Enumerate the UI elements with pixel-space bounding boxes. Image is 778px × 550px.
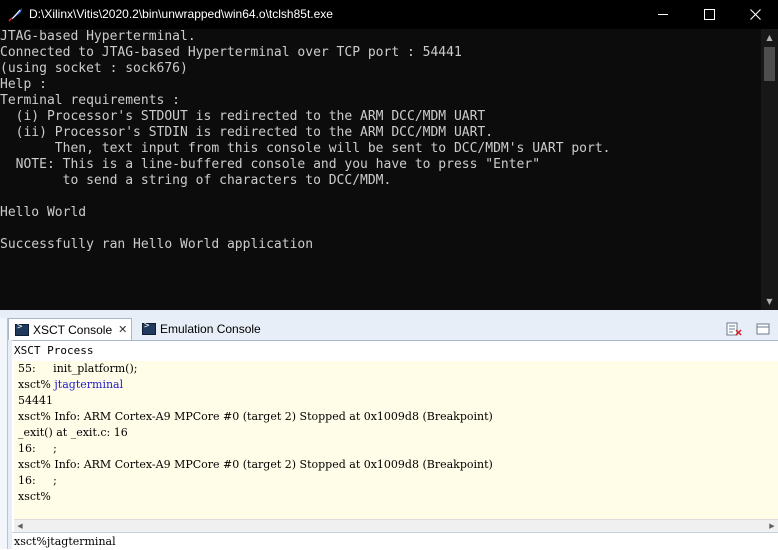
tab-label: XSCT Console bbox=[33, 322, 113, 337]
output-text: 54441 bbox=[18, 394, 53, 407]
prompt-text: xsct% bbox=[18, 378, 55, 391]
tab-xsct-console[interactable]: XSCT Console ✕ bbox=[8, 318, 132, 340]
terminal-line: Hello World bbox=[0, 205, 87, 220]
tab-emulation-console[interactable]: Emulation Console bbox=[136, 318, 266, 340]
view-tab-bar: XSCT Console ✕ Emulation Console bbox=[8, 318, 778, 340]
terminal-line: (using socket : sock676) bbox=[0, 61, 188, 76]
command-input-area bbox=[12, 532, 778, 550]
console-log-line: _exit() at _exit.c: 16 bbox=[14, 425, 778, 441]
output-text: 16: ; bbox=[18, 474, 57, 487]
terminal-line: JTAG-based Hyperterminal. bbox=[0, 29, 196, 44]
scroll-up-arrow-icon[interactable]: ▲ bbox=[761, 29, 778, 46]
console-log-line: 55: init_platform(); bbox=[14, 361, 778, 377]
console-output-area[interactable]: XSCT Process 55: init_platform(); xsct% j… bbox=[12, 340, 778, 532]
horizontal-scrollbar[interactable]: ◀ ▶ bbox=[14, 519, 778, 532]
scroll-thumb[interactable] bbox=[764, 47, 775, 81]
close-button[interactable] bbox=[732, 0, 778, 29]
terminal-line: to send a string of characters to DCC/MD… bbox=[0, 173, 392, 188]
console-view: XSCT Console ✕ Emulation Console XSCT Pr… bbox=[0, 310, 778, 550]
left-panel-edge bbox=[0, 318, 8, 549]
prompt-text: xsct% bbox=[18, 490, 55, 503]
terminal-line: Help : bbox=[0, 77, 47, 92]
terminal-line: Then, text input from this console will … bbox=[0, 141, 611, 156]
terminal-icon bbox=[15, 322, 29, 336]
console-log-line: 16: ; bbox=[14, 473, 778, 489]
console-log[interactable]: 55: init_platform(); xsct% jtagterminal 54… bbox=[14, 361, 778, 519]
console-log-line: xsct% Info: ARM Cortex-A9 MPCore #0 (tar… bbox=[14, 409, 778, 425]
terminal-output[interactable]: JTAG-based Hyperterminal. Connected to JT… bbox=[0, 29, 758, 310]
title-bar[interactable]: D:\Xilinx\Vitis\2020.2\bin\unwrapped\win… bbox=[0, 0, 778, 29]
close-icon bbox=[749, 9, 761, 20]
maximize-icon bbox=[703, 9, 715, 20]
clear-console-icon[interactable] bbox=[726, 322, 742, 336]
command-input[interactable] bbox=[14, 534, 774, 548]
minimize-button[interactable] bbox=[640, 0, 686, 29]
console-log-line: xsct% jtagterminal bbox=[14, 377, 778, 393]
output-text: xsct% Info: ARM Cortex-A9 MPCore #0 (tar… bbox=[18, 458, 493, 471]
terminal-line: NOTE: This is a line-buffered console an… bbox=[0, 157, 541, 172]
tab-close-icon[interactable]: ✕ bbox=[118, 323, 127, 336]
output-text: _exit() at _exit.c: 16 bbox=[18, 426, 128, 439]
output-text: 16: ; bbox=[18, 442, 57, 455]
scroll-down-arrow-icon[interactable]: ▼ bbox=[761, 293, 778, 310]
terminal-icon bbox=[142, 321, 156, 335]
console-scrollbar[interactable]: ▲ ▼ bbox=[761, 29, 778, 310]
maximize-button[interactable] bbox=[686, 0, 732, 29]
tab-label: Emulation Console bbox=[160, 322, 261, 336]
console-log-line: 16: ; bbox=[14, 441, 778, 457]
console-log-line: xsct% Info: ARM Cortex-A9 MPCore #0 (tar… bbox=[14, 457, 778, 473]
terminate-icon[interactable] bbox=[756, 322, 772, 336]
output-text: 55: init_platform(); bbox=[18, 362, 138, 375]
console-log-line: 54441 bbox=[14, 393, 778, 409]
minimize-icon bbox=[658, 14, 668, 15]
console-log-line: xsct% bbox=[14, 489, 778, 505]
terminal-line: Connected to JTAG-based Hyperterminal ov… bbox=[0, 45, 462, 60]
console-window: D:\Xilinx\Vitis\2020.2\bin\unwrapped\win… bbox=[0, 0, 778, 310]
scroll-right-arrow-icon[interactable]: ▶ bbox=[766, 520, 778, 532]
scroll-left-arrow-icon[interactable]: ◀ bbox=[14, 520, 26, 532]
terminal-line: (ii) Processor's STDIN is redirected to … bbox=[0, 125, 494, 140]
command-text: jtagterminal bbox=[54, 378, 124, 391]
process-label: XSCT Process bbox=[14, 344, 94, 357]
tcl-feather-icon bbox=[8, 8, 22, 22]
window-title: D:\Xilinx\Vitis\2020.2\bin\unwrapped\win… bbox=[29, 7, 333, 21]
terminal-line: Terminal requirements : bbox=[0, 93, 181, 108]
output-text: xsct% Info: ARM Cortex-A9 MPCore #0 (tar… bbox=[18, 410, 493, 423]
terminal-line: (i) Processor's STDOUT is redirected to … bbox=[0, 109, 486, 124]
terminal-line: Successfully ran Hello World application bbox=[0, 237, 314, 252]
